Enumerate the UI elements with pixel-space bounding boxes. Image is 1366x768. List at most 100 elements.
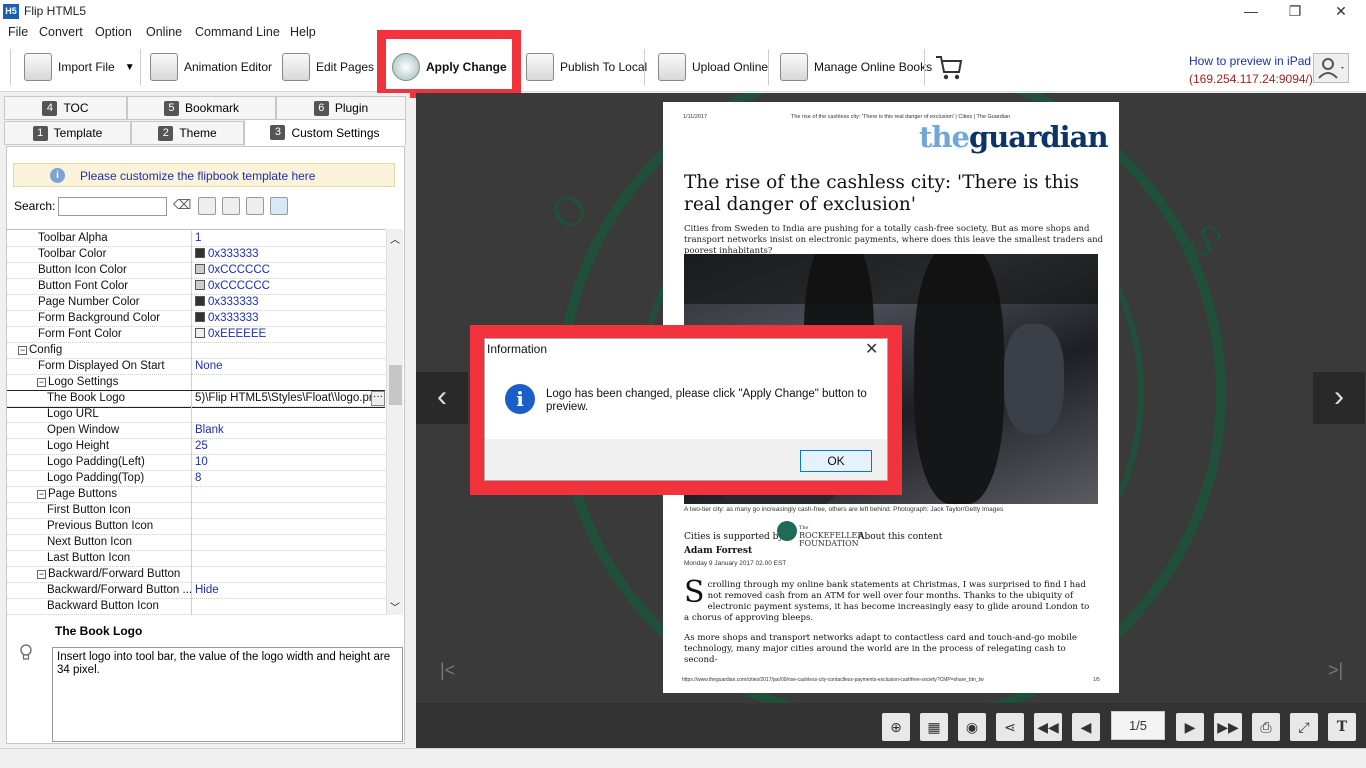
ipad-preview-link[interactable]: How to preview in iPad — [1189, 54, 1311, 68]
scroll-down-icon[interactable]: ﹀ — [390, 599, 400, 614]
property-value[interactable]: 1 — [195, 232, 201, 244]
property-value[interactable]: 25 — [195, 440, 208, 452]
tab-template[interactable]: 1 Template — [4, 121, 131, 145]
last-page-icon[interactable]: >| — [1328, 660, 1343, 681]
zoom-in-icon[interactable]: ⊕ — [882, 713, 910, 741]
property-row[interactable]: Logo Padding(Top) 8 — [7, 471, 385, 487]
property-row[interactable]: The Book Logo 5)\Flip HTML5\Styles\Float\… — [7, 390, 385, 408]
property-value[interactable]: 5)\Flip HTML5\Styles\Float\\logo.png — [195, 392, 382, 404]
property-row[interactable]: Last Button Icon — [7, 551, 385, 567]
menu-online[interactable]: Online — [146, 25, 182, 39]
last-page-button-icon[interactable]: ▶▶ — [1214, 713, 1242, 741]
collapse-icon[interactable]: − — [37, 490, 46, 499]
property-value[interactable]: Hide — [195, 584, 219, 596]
thumbnails-icon[interactable]: ▦ — [920, 713, 948, 741]
page-footer-url: https://www.theguardian.com/cities/2017/… — [682, 677, 984, 683]
property-row[interactable]: Toolbar Color 0x333333 — [7, 247, 385, 263]
restore-button[interactable]: ❐ — [1272, 0, 1318, 23]
property-row[interactable]: Open Window Blank — [7, 423, 385, 439]
close-button[interactable]: ✕ — [1318, 0, 1364, 23]
clear-search-icon[interactable]: ⌫ — [173, 197, 191, 215]
ok-button[interactable]: OK — [800, 450, 872, 472]
scroll-up-icon[interactable]: ︿ — [390, 231, 400, 246]
property-row[interactable]: Form Font Color 0xEEEEEE — [7, 327, 385, 343]
next-page-button-icon[interactable]: ▶ — [1176, 713, 1204, 741]
property-value[interactable]: 0xEEEEEE — [195, 328, 266, 340]
property-row[interactable]: − Backward/Forward Button — [7, 567, 385, 583]
menu-convert[interactable]: Convert — [39, 25, 83, 39]
scrollbar-thumb[interactable] — [389, 365, 402, 405]
menu-option[interactable]: Option — [95, 25, 132, 39]
chevron-down-icon[interactable]: ▼ — [125, 62, 135, 73]
first-page-icon[interactable]: |< — [440, 660, 455, 681]
property-value[interactable]: 0xCCCCCC — [195, 264, 270, 276]
collapse-icon[interactable]: − — [37, 378, 46, 387]
property-row[interactable]: Form Displayed On Start None — [7, 359, 385, 375]
property-row[interactable]: Previous Button Icon — [7, 519, 385, 535]
collapse-icon[interactable]: − — [37, 570, 46, 579]
previous-page-arrow[interactable]: ‹ — [416, 372, 468, 424]
property-row[interactable]: Page Number Color 0x333333 — [7, 295, 385, 311]
property-row[interactable]: Backward Button Icon — [7, 599, 385, 615]
share-icon[interactable]: ⋖ — [996, 713, 1024, 741]
tab-custom-settings[interactable]: 3 Custom Settings — [244, 119, 406, 146]
property-value[interactable]: 0x333333 — [195, 296, 259, 308]
collapse-icon[interactable]: − — [18, 346, 27, 355]
property-value[interactable]: 0x333333 — [195, 312, 259, 324]
tab-theme[interactable]: 2 Theme — [131, 121, 244, 145]
cart-button[interactable] — [934, 43, 964, 91]
property-value[interactable]: Blank — [195, 424, 224, 436]
next-page-arrow[interactable]: › — [1313, 372, 1365, 424]
minimize-button[interactable]: — — [1228, 0, 1274, 23]
tab-plugin[interactable]: 6 Plugin — [276, 96, 406, 120]
save-icon[interactable] — [246, 197, 264, 215]
property-value[interactable]: 10 — [195, 456, 208, 468]
property-row[interactable]: Backward/Forward Button ... Hide — [7, 583, 385, 599]
property-value-text: 0x333333 — [208, 312, 259, 324]
text-icon[interactable]: T — [1328, 713, 1356, 741]
property-row[interactable]: Logo Padding(Left) 10 — [7, 455, 385, 471]
menu-file[interactable]: File — [8, 25, 28, 39]
property-grid-scrollbar[interactable]: ︿ ﹀ — [386, 229, 403, 615]
property-value[interactable]: None — [195, 360, 223, 372]
upload-online-button[interactable]: Upload Online — [658, 43, 768, 91]
search-input[interactable] — [58, 197, 167, 216]
property-row[interactable]: − Page Buttons — [7, 487, 385, 503]
autoplay-icon[interactable]: ◉ — [958, 713, 986, 741]
animation-editor-button[interactable]: Animation Editor — [150, 43, 272, 91]
property-row[interactable]: Button Font Color 0xCCCCCC — [7, 279, 385, 295]
tab-bookmark[interactable]: 5 Bookmark — [127, 96, 276, 120]
manage-online-books-button[interactable]: Manage Online Books — [780, 43, 932, 91]
print-icon[interactable]: ⎙ — [1252, 713, 1280, 741]
property-row[interactable]: − Logo Settings — [7, 375, 385, 391]
edit-pages-button[interactable]: Edit Pages — [282, 43, 374, 91]
tree-view-icon[interactable] — [198, 197, 216, 215]
property-value[interactable]: 0xCCCCCC — [195, 280, 270, 292]
property-row[interactable]: Form Background Color 0x333333 — [7, 311, 385, 327]
list-view-icon[interactable] — [222, 197, 240, 215]
fullscreen-icon[interactable]: ⤢ — [1290, 713, 1318, 741]
import-file-button[interactable]: Import File ▼ — [24, 43, 135, 91]
property-row[interactable]: First Button Icon — [7, 503, 385, 519]
property-value[interactable]: 8 — [195, 472, 201, 484]
dialog-close-icon[interactable]: ✕ — [865, 339, 878, 359]
property-value-text: Hide — [195, 584, 219, 596]
menu-command-line[interactable]: Command Line — [195, 25, 280, 39]
property-row[interactable]: Logo Height 25 — [7, 439, 385, 455]
previous-page-button-icon[interactable]: ◀ — [1072, 713, 1100, 741]
property-value[interactable]: 0x333333 — [195, 248, 259, 260]
user-account-button[interactable] — [1313, 53, 1349, 83]
property-row[interactable]: − Config — [7, 343, 385, 359]
page-number-indicator[interactable]: 1/5 — [1111, 711, 1165, 740]
menu-help[interactable]: Help — [290, 25, 316, 39]
publish-to-local-button[interactable]: Publish To Local — [526, 43, 647, 91]
property-row[interactable]: Next Button Icon — [7, 535, 385, 551]
browse-file-button[interactable]: ··· — [371, 391, 385, 406]
property-row[interactable]: Button Icon Color 0xCCCCCC — [7, 263, 385, 279]
tab-toc[interactable]: 4 TOC — [4, 96, 127, 120]
property-row[interactable]: Toolbar Alpha 1 — [7, 231, 385, 247]
property-row[interactable]: Logo URL — [7, 407, 385, 423]
first-page-button-icon[interactable]: ◀◀ — [1034, 713, 1062, 741]
property-name-text: Open Window — [47, 424, 120, 436]
import-settings-icon[interactable] — [270, 197, 288, 215]
